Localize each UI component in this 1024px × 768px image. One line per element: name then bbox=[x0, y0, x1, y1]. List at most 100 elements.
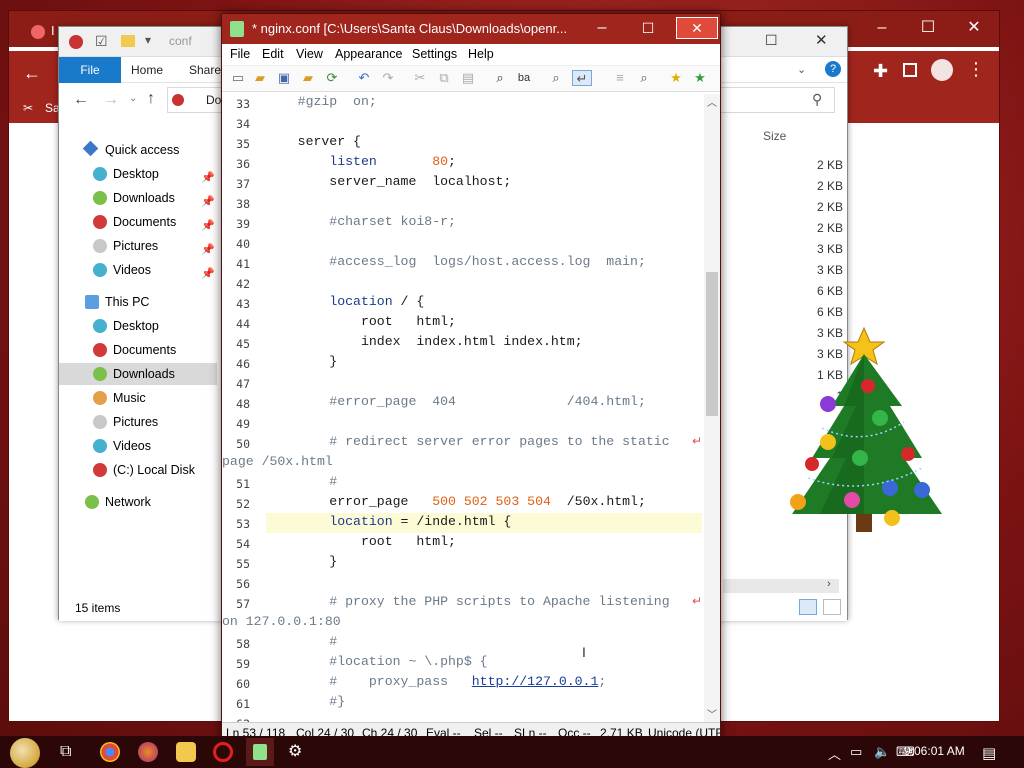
new-folder-icon[interactable] bbox=[121, 35, 135, 47]
open-file-icon[interactable]: ▰ bbox=[252, 70, 268, 86]
nav-forward-icon[interactable]: → bbox=[103, 91, 119, 109]
zoom-icon[interactable]: ⌕ bbox=[636, 70, 652, 86]
scrollbar-thumb[interactable] bbox=[706, 272, 718, 416]
menu-help[interactable]: Help bbox=[468, 47, 494, 61]
clock[interactable]: 9:06:01 AM bbox=[904, 744, 965, 758]
editor-minimize-button[interactable]: – bbox=[584, 16, 620, 40]
ribbon-tab-home[interactable]: Home bbox=[131, 57, 163, 83]
start-button[interactable] bbox=[10, 738, 40, 768]
bookmark-icon[interactable]: ✂ bbox=[23, 101, 33, 115]
explorer-search-box[interactable]: ⚲ bbox=[719, 87, 835, 113]
sidebar-item-videos[interactable]: Videos 📌 bbox=[59, 259, 217, 281]
sidebar-item-documents[interactable]: Documents 📌 bbox=[59, 211, 217, 233]
menu-view[interactable]: View bbox=[296, 47, 323, 61]
properties-icon[interactable]: ☑ bbox=[95, 33, 108, 50]
sidebar-item-pc-documents[interactable]: Documents bbox=[59, 339, 217, 361]
sidebar-item-pc-desktop[interactable]: Desktop bbox=[59, 315, 217, 337]
firefox-icon[interactable] bbox=[138, 742, 158, 762]
sidebar-icon[interactable] bbox=[903, 63, 917, 77]
save-icon[interactable]: ▣ bbox=[276, 70, 292, 86]
explorer-close-button[interactable]: ✕ bbox=[815, 31, 828, 49]
opera-icon[interactable] bbox=[213, 742, 233, 762]
add-favorite-icon[interactable]: ★ bbox=[692, 70, 708, 86]
browser-close-button[interactable]: ✕ bbox=[951, 13, 997, 43]
line-number: 50 bbox=[236, 437, 250, 451]
details-view-icon[interactable] bbox=[799, 599, 817, 615]
code-line: #error_page 404 /404.html; bbox=[266, 394, 646, 409]
code-area[interactable]: 33 34 35 36 37 38 39 40 41 42 43 44 45 4… bbox=[222, 94, 704, 722]
sidebar-item-pc-videos[interactable]: Videos bbox=[59, 435, 217, 457]
reload-icon[interactable]: ⟳ bbox=[324, 70, 340, 86]
ribbon-tab-file[interactable]: File bbox=[59, 57, 121, 83]
ribbon-expand-icon[interactable]: ⌄ bbox=[797, 63, 806, 76]
browser-tab-label[interactable]: I bbox=[51, 23, 55, 38]
editor-maximize-button[interactable]: ☐ bbox=[630, 16, 666, 40]
volume-icon[interactable]: 🔈 bbox=[874, 744, 890, 760]
task-view-icon[interactable]: ⧉ bbox=[60, 743, 71, 761]
menu-settings[interactable]: Settings bbox=[412, 47, 457, 61]
qat-dropdown-icon[interactable]: ▾ bbox=[145, 33, 151, 47]
sidebar-item-pc-downloads[interactable]: Downloads bbox=[59, 363, 217, 385]
file-size: 6 KB bbox=[816, 284, 843, 298]
sidebar-item-desktop[interactable]: Desktop 📌 bbox=[59, 163, 217, 185]
nav-quick-access[interactable]: Quick access bbox=[59, 139, 217, 161]
line-number: 57 bbox=[236, 597, 250, 611]
network-status-icon[interactable]: ▭ bbox=[850, 744, 862, 760]
nav-label: Quick access bbox=[105, 143, 180, 157]
large-icons-view-icon[interactable] bbox=[823, 599, 841, 615]
find-files-icon[interactable]: ⌕ bbox=[548, 70, 564, 86]
outline-icon[interactable]: ≡ bbox=[612, 70, 628, 86]
sidebar-item-pc-pictures[interactable]: Pictures bbox=[59, 411, 217, 433]
ribbon-tab-share[interactable]: Share bbox=[189, 57, 221, 83]
scroll-down-icon[interactable]: ﹀ bbox=[707, 706, 717, 721]
address-bar[interactable]: Do bbox=[167, 87, 227, 113]
nav-this-pc[interactable]: This PC bbox=[59, 291, 217, 313]
redo-icon[interactable]: ↷ bbox=[380, 70, 396, 86]
replace-icon[interactable]: ba bbox=[516, 70, 532, 86]
profile-avatar-icon[interactable] bbox=[931, 59, 953, 81]
horizontal-scrollbar[interactable]: › bbox=[723, 578, 839, 593]
explorer-maximize-button[interactable]: ☐ bbox=[765, 32, 778, 49]
undo-icon[interactable]: ↶ bbox=[356, 70, 372, 86]
cut-icon[interactable]: ✂ bbox=[412, 70, 428, 86]
text-cursor-icon: I bbox=[582, 644, 586, 660]
browser-maximize-button[interactable]: ☐ bbox=[905, 13, 951, 43]
sidebar-item-downloads[interactable]: Downloads 📌 bbox=[59, 187, 217, 209]
action-center-icon[interactable]: ▤ bbox=[982, 744, 996, 762]
scroll-right-icon[interactable]: › bbox=[827, 578, 831, 590]
recent-locations-icon[interactable]: ⌄ bbox=[129, 93, 137, 104]
sidebar-item-local-disk[interactable]: (C:) Local Disk bbox=[59, 459, 217, 481]
menu-edit[interactable]: Edit bbox=[262, 47, 284, 61]
browser-minimize-button[interactable]: – bbox=[859, 13, 905, 43]
show-hidden-icons-icon[interactable]: ︿ bbox=[828, 744, 841, 763]
menu-file[interactable]: File bbox=[230, 47, 250, 61]
sidebar-item-pictures[interactable]: Pictures 📌 bbox=[59, 235, 217, 257]
editor-vertical-scrollbar[interactable]: ︿ ﹀ bbox=[704, 94, 720, 722]
new-file-icon[interactable]: ▭ bbox=[230, 70, 246, 86]
save-as-icon[interactable]: ▰ bbox=[300, 70, 316, 86]
help-icon[interactable]: ? bbox=[825, 61, 841, 77]
paste-icon[interactable]: ▤ bbox=[460, 70, 476, 86]
browser-back-arrow-icon[interactable]: ← bbox=[23, 63, 41, 84]
find-icon[interactable]: ⌕ bbox=[492, 70, 508, 86]
file-explorer-icon[interactable] bbox=[176, 742, 196, 762]
settings-icon[interactable]: ⚙ bbox=[288, 741, 302, 761]
scroll-up-icon[interactable]: ︿ bbox=[707, 94, 717, 109]
videos-icon bbox=[93, 263, 107, 277]
browser-menu-icon[interactable]: ⋮ bbox=[967, 59, 985, 80]
favorites-icon[interactable]: ★ bbox=[668, 70, 684, 86]
editor-taskbar-button[interactable] bbox=[246, 738, 274, 766]
word-wrap-icon[interactable]: ↵ bbox=[572, 70, 592, 86]
chrome-icon[interactable] bbox=[100, 742, 120, 762]
sidebar-item-pc-music[interactable]: Music bbox=[59, 387, 217, 409]
nav-network[interactable]: Network bbox=[59, 491, 217, 513]
nav-up-icon[interactable]: ↑ bbox=[147, 90, 155, 108]
copy-icon[interactable]: ⧉ bbox=[436, 70, 452, 86]
editor-close-button[interactable]: ✕ bbox=[676, 17, 718, 39]
extensions-icon[interactable]: ✚ bbox=[873, 61, 888, 82]
menu-appearance[interactable]: Appearance bbox=[335, 47, 402, 61]
column-header-size[interactable]: Size bbox=[763, 129, 786, 143]
nav-label: Pictures bbox=[113, 239, 159, 253]
nav-back-icon[interactable]: ← bbox=[73, 91, 89, 109]
documents-icon bbox=[93, 215, 107, 229]
